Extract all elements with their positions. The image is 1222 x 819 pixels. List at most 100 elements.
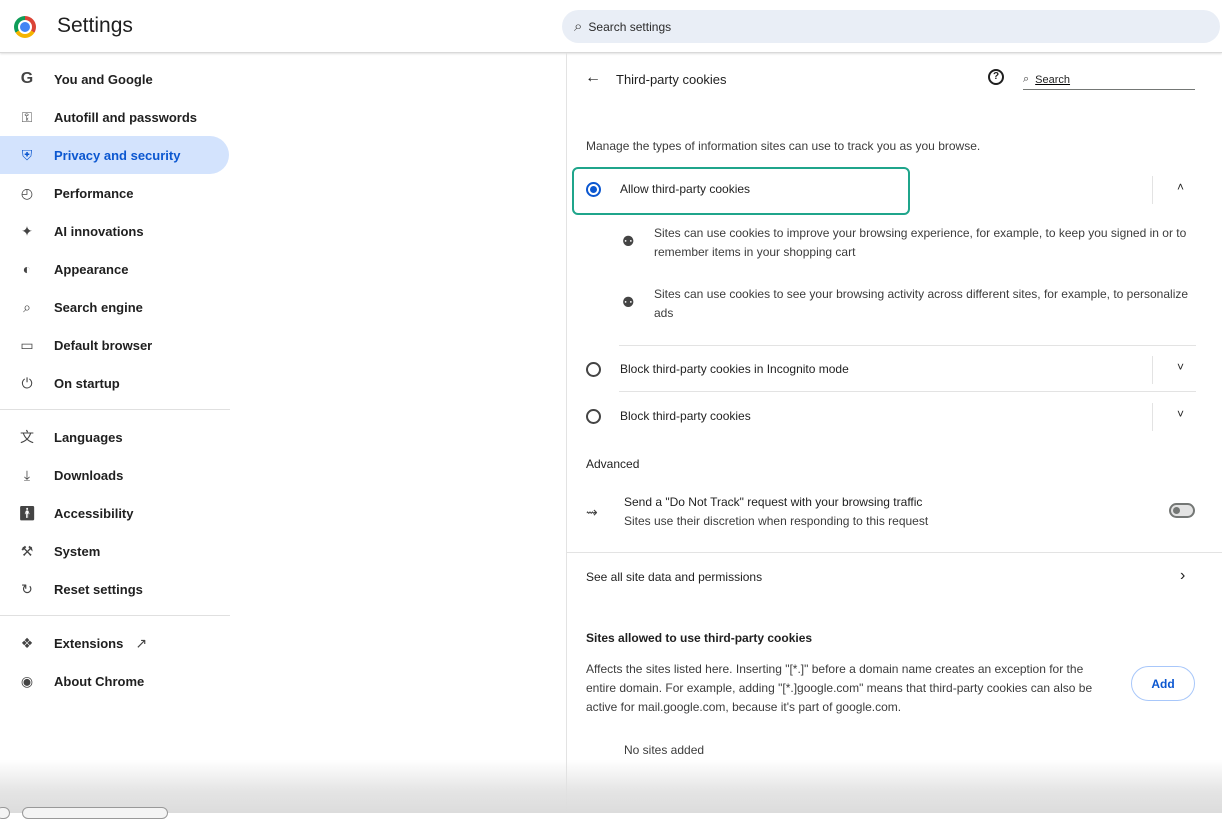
sidebar-item-reset-settings[interactable]: ↻ Reset settings <box>0 570 229 608</box>
option-block-incognito[interactable]: Block third-party cookies in Incognito m… <box>567 347 1207 391</box>
cookie-icon: ⚉ <box>622 294 635 310</box>
sidebar-item-label: Performance <box>54 185 134 201</box>
google-g-icon: G <box>20 70 34 87</box>
sidebar-item-appearance[interactable]: ◐ Appearance <box>0 250 229 288</box>
sidebar-item-accessibility[interactable]: 🚹︎ Accessibility <box>0 494 229 532</box>
sidebar-item-label: System <box>54 543 101 559</box>
chrome-logo-icon <box>14 16 36 38</box>
translate-icon: 文 <box>20 429 34 445</box>
sidebar-item-label: Autofill and passwords <box>54 109 198 125</box>
dnt-subtitle: Sites use their discretion when respondi… <box>624 514 929 528</box>
search-icon: ⌕ <box>574 18 583 35</box>
subpage-search-box[interactable]: ⌕ <box>1023 70 1195 90</box>
sidebar-item-label: Downloads <box>54 467 124 483</box>
chevron-down-icon[interactable]: ˅ <box>1177 407 1184 421</box>
speedometer-icon: ◴ <box>20 184 34 201</box>
back-arrow-icon[interactable]: ← <box>585 69 601 87</box>
no-sites-text: No sites added <box>624 743 705 757</box>
page-title: Settings <box>57 14 133 37</box>
sidebar-item-languages[interactable]: 文 Languages <box>0 418 229 456</box>
option-block-third-party[interactable]: Block third-party cookies ˅ <box>567 394 1207 438</box>
subpage-header: ← Third-party cookies ? ⌕ <box>567 65 1207 95</box>
chevron-down-icon[interactable]: ˅ <box>1177 360 1184 374</box>
radio-block-third-party[interactable] <box>586 409 601 424</box>
sidebar-item-performance[interactable]: ◴ Performance <box>0 174 229 212</box>
sidebar-item-label: Default browser <box>54 337 153 353</box>
sidebar-item-you-and-google[interactable]: G You and Google <box>0 60 229 98</box>
taskbar-item[interactable] <box>0 807 10 819</box>
sidebar-item-search-engine[interactable]: ⌕ Search engine <box>0 288 229 326</box>
sidebar-item-on-startup[interactable]: ⏻ On startup <box>0 364 229 402</box>
sidebar-item-default-browser[interactable]: ▭ Default browser <box>0 326 229 364</box>
power-icon: ⏻ <box>21 374 33 391</box>
sidebar-item-label: On startup <box>54 375 120 391</box>
subpage-search-input[interactable] <box>1035 73 1176 86</box>
sidebar-item-label: Extensions <box>54 635 124 651</box>
download-icon: ⤓ <box>23 466 31 483</box>
sidebar-item-about-chrome[interactable]: ◉ About Chrome <box>0 662 229 700</box>
allowed-sites-heading: Sites allowed to use third-party cookies <box>586 631 813 645</box>
see-all-label: See all site data and permissions <box>586 570 763 584</box>
key-icon: ⚿ <box>21 108 33 125</box>
detail-text: Sites can use cookies to see your browsi… <box>654 287 1189 320</box>
help-icon[interactable]: ? <box>988 69 1004 85</box>
detail-item: ⚉ Sites can use cookies to see your brow… <box>617 285 1197 325</box>
add-site-button[interactable]: Add <box>1131 666 1195 701</box>
cookie-icon: ⚉ <box>622 233 635 249</box>
sidebar-item-label: Languages <box>54 429 123 445</box>
sidebar-divider <box>0 409 230 410</box>
reset-icon: ↻ <box>21 580 33 597</box>
selection-highlight <box>572 167 910 215</box>
sparkle-icon: ✦ <box>21 222 33 239</box>
puzzle-icon: ❖ <box>20 634 34 651</box>
allowed-sites-description: Affects the sites listed here. Inserting… <box>586 662 1093 714</box>
sidebar-item-label: Search engine <box>54 299 143 315</box>
expand-separator <box>1152 176 1153 204</box>
chevron-right-icon: › <box>1180 567 1186 584</box>
see-all-site-data-link[interactable]: See all site data and permissions › <box>567 553 1207 599</box>
option-label: Block third-party cookies <box>620 409 751 423</box>
row-divider <box>619 345 1196 346</box>
settings-panel: ← Third-party cookies ? ⌕ Manage the typ… <box>567 53 1222 813</box>
sidebar-item-ai-innovations[interactable]: ✦ AI innovations <box>0 212 229 250</box>
search-icon: ⌕ <box>1023 73 1030 85</box>
shield-icon: ⛨ <box>21 146 33 163</box>
wrench-icon: ⚒ <box>20 542 34 559</box>
sidebar-item-label: Appearance <box>54 261 129 277</box>
bottom-fade <box>0 760 1222 813</box>
expand-separator <box>1152 356 1153 384</box>
subpage-title: Third-party cookies <box>616 72 727 87</box>
browser-window-icon: ▭ <box>20 336 34 353</box>
do-not-track-icon: ⇝ <box>586 504 598 520</box>
dnt-toggle[interactable] <box>1169 503 1195 518</box>
sidebar-item-label: You and Google <box>54 71 153 87</box>
expand-separator <box>1152 403 1153 431</box>
sidebar-item-downloads[interactable]: ⤓ Downloads <box>0 456 229 494</box>
sidebar-item-extensions[interactable]: ❖ Extensions ↗ <box>0 624 229 662</box>
sidebar-item-privacy-security[interactable]: ⛨ Privacy and security <box>0 136 229 174</box>
taskbar-item[interactable] <box>22 807 168 819</box>
sidebar-item-label: Accessibility <box>54 505 134 521</box>
sidebar-item-label: Reset settings <box>54 581 143 597</box>
dnt-title: Send a "Do Not Track" request with your … <box>624 495 923 509</box>
search-settings-box[interactable]: ⌕ <box>562 10 1220 43</box>
intro-text: Manage the types of information sites ca… <box>586 139 981 153</box>
search-settings-input[interactable] <box>588 19 1189 34</box>
chrome-icon: ◉ <box>20 672 34 689</box>
sidebar-item-label: Privacy and security <box>54 147 181 163</box>
option-label: Block third-party cookies in Incognito m… <box>620 362 849 376</box>
chevron-up-icon[interactable]: ˄ <box>1177 180 1184 194</box>
radio-block-incognito[interactable] <box>586 362 601 377</box>
sidebar-item-label: About Chrome <box>54 673 145 689</box>
header-bar: Settings ⌕ <box>0 0 1222 53</box>
sidebar-divider <box>0 615 230 616</box>
sidebar-item-autofill[interactable]: ⚿ Autofill and passwords <box>0 98 229 136</box>
accessibility-icon: 🚹︎ <box>18 504 36 521</box>
palette-icon: ◐ <box>22 261 32 277</box>
sidebar-item-system[interactable]: ⚒ System <box>0 532 229 570</box>
row-divider <box>619 391 1196 392</box>
sidebar-nav: G You and Google ⚿ Autofill and password… <box>0 60 230 700</box>
search-icon: ⌕ <box>23 298 31 315</box>
sidebar-item-label: AI innovations <box>54 223 144 239</box>
advanced-heading: Advanced <box>586 457 640 471</box>
